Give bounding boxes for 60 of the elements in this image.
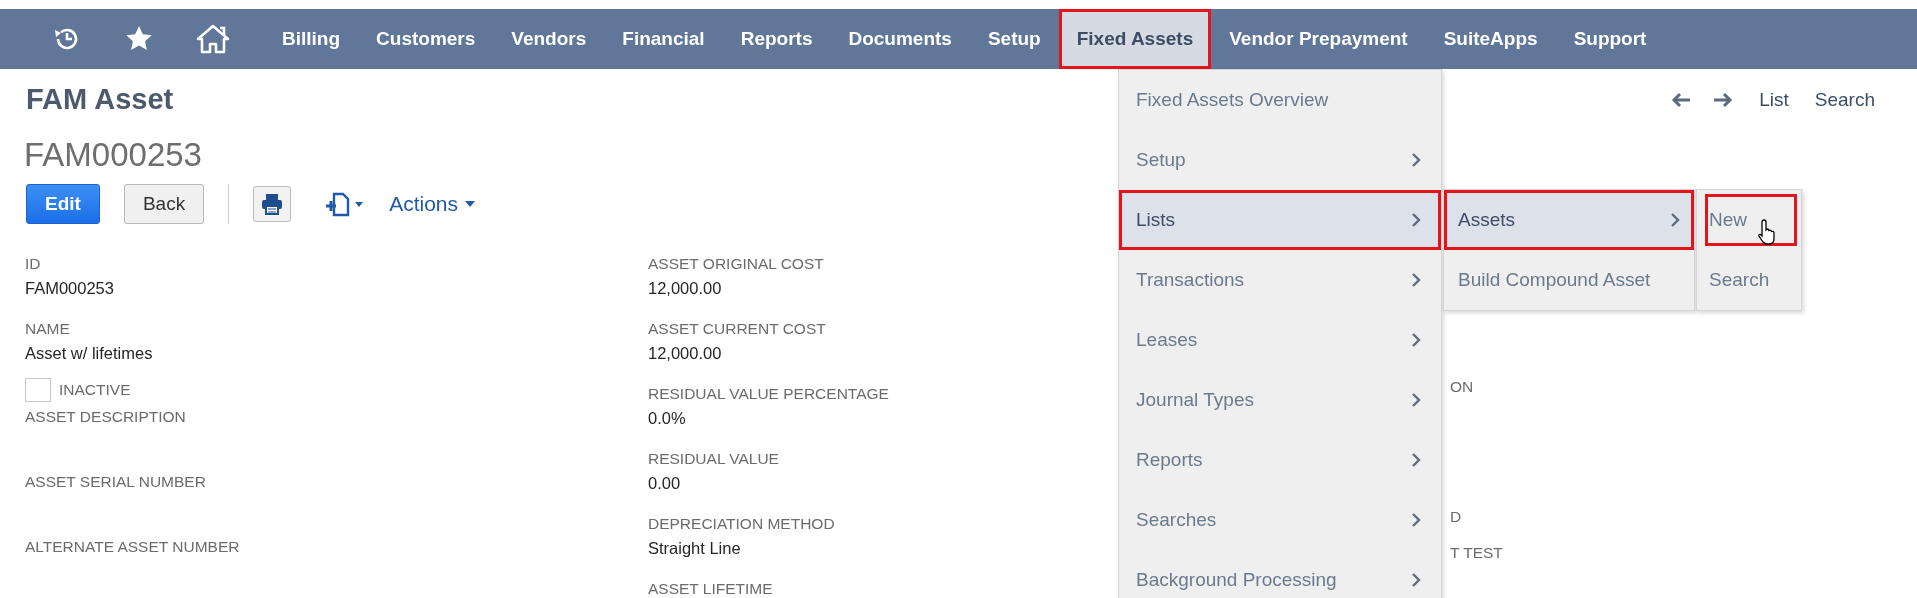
menu-item[interactable]: Setup [1119, 130, 1441, 190]
field-label: ASSET ORIGINAL COST [648, 255, 824, 273]
field-label: D [1450, 508, 1462, 525]
actions-menu[interactable]: Actions [389, 192, 476, 216]
printer-icon [261, 193, 284, 215]
new-document-icon[interactable] [325, 191, 366, 217]
field-value: Asset w/ lifetimes [25, 344, 153, 363]
back-arrow-icon[interactable] [1671, 91, 1692, 108]
nav-tab[interactable]: Setup [969, 9, 1059, 69]
field-value: Straight Line [648, 539, 741, 558]
print-button[interactable] [253, 186, 292, 222]
nav-tab[interactable]: SuiteApps [1425, 9, 1556, 69]
home-icon[interactable] [196, 24, 230, 54]
nav-tab[interactable]: Billing [264, 9, 359, 69]
menu-item[interactable]: Assets [1444, 190, 1694, 250]
field-label: NAME [25, 320, 70, 338]
field-label: ASSET LIFETIME [648, 580, 773, 598]
field-label: DEPRECIATION METHOD [648, 515, 835, 533]
caret-icon [464, 200, 476, 208]
field-label: INACTIVE [59, 380, 131, 399]
menu-item[interactable]: Transactions [1119, 250, 1441, 310]
nav-tab[interactable]: Reports [722, 9, 831, 69]
back-button[interactable]: Back [123, 184, 205, 224]
page-title: FAM Asset [26, 83, 174, 116]
field-label: ALTERNATE ASSET NUMBER [25, 538, 240, 556]
field-label: ASSET DESCRIPTION [25, 408, 186, 426]
field-value: 0.00 [648, 474, 681, 493]
nav-tab[interactable]: Vendor Prepayment [1211, 9, 1426, 69]
menu-item[interactable]: Leases [1119, 310, 1441, 370]
field-label: ASSET CURRENT COST [648, 320, 826, 338]
record-nav-link[interactable]: Search [1814, 88, 1875, 111]
menu-item[interactable]: Fixed Assets Overview [1119, 70, 1441, 130]
menu-item[interactable]: Journal Types [1119, 370, 1441, 430]
field-value: FAM000253 [25, 279, 114, 298]
field-value: 0.0% [648, 409, 686, 428]
edit-button[interactable]: Edit [26, 184, 100, 224]
field-label: ID [25, 255, 41, 273]
forward-arrow-icon[interactable] [1713, 91, 1734, 108]
menu-item[interactable]: Background Processing [1119, 550, 1441, 598]
field-label: ASSET SERIAL NUMBER [25, 473, 206, 491]
field-label: RESIDUAL VALUE PERCENTAGE [648, 385, 889, 403]
field-label: ON [1450, 378, 1474, 395]
record-id: FAM000253 [24, 136, 202, 174]
menu-item[interactable]: Search [1697, 250, 1801, 310]
menu-item[interactable]: New [1697, 190, 1801, 250]
nav-tab[interactable]: Fixed Assets [1058, 9, 1212, 69]
menu-item[interactable]: Searches [1119, 490, 1441, 550]
nav-tab[interactable]: Support [1555, 9, 1665, 69]
record-nav-link[interactable]: List [1759, 88, 1789, 111]
menu-item[interactable]: Reports [1119, 430, 1441, 490]
field-label: RESIDUAL VALUE [648, 450, 779, 468]
menu-item[interactable]: Lists [1119, 190, 1441, 250]
menu-item[interactable]: Build Compound Asset [1444, 250, 1694, 310]
nav-tab[interactable]: Vendors [493, 9, 605, 69]
field-value: 12,000.00 [648, 279, 722, 298]
field-label: T TEST [1450, 544, 1503, 561]
nav-tab[interactable]: Documents [830, 9, 970, 69]
nav-tab[interactable]: Financial [604, 9, 723, 69]
nav-tab[interactable]: Customers [358, 9, 494, 69]
field-value: 12,000.00 [648, 344, 722, 363]
